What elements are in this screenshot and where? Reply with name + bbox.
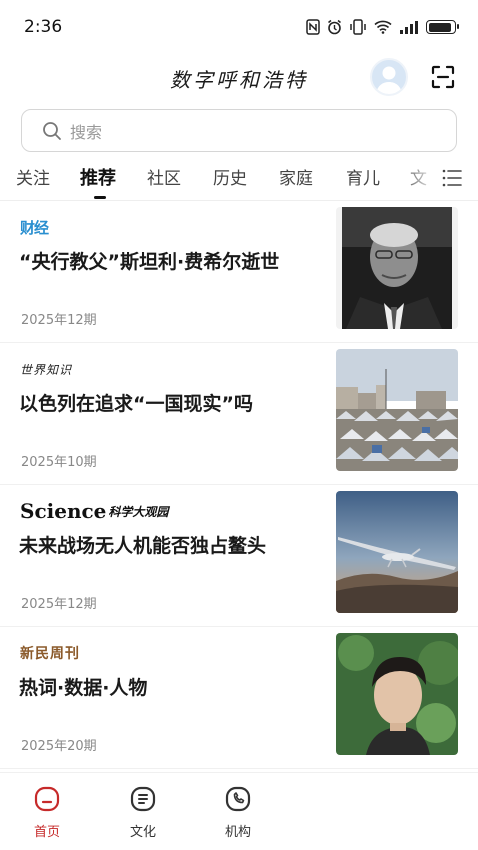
tab-lishi[interactable]: 历史 (213, 164, 247, 189)
battery-level (428, 22, 451, 32)
source-logo: 世界知识 (20, 359, 72, 379)
category-tabs: 关注 推荐 社区 历史 家庭 育儿 文 (0, 160, 478, 200)
tabs-fade (400, 160, 436, 200)
tent-camp-photo (336, 349, 458, 471)
article-card[interactable]: Science 科学大观园 未来战场无人机能否独占鳌头 2025年12期 (0, 485, 478, 627)
article-issue: 2025年12期 (21, 313, 97, 328)
status-icons (306, 19, 459, 35)
active-tab-indicator (94, 196, 106, 199)
home-icon (34, 786, 60, 812)
tab-guanzhu[interactable]: 关注 (16, 164, 50, 189)
status-bar: 2:36 (0, 0, 478, 54)
app-header: 数字呼和浩特 (0, 54, 478, 102)
avatar-icon (376, 66, 402, 94)
source-logo: Science 科学大观园 (20, 499, 169, 523)
vibrate-icon (350, 19, 366, 35)
nav-home[interactable]: 首页 (17, 785, 77, 840)
wifi-icon (374, 20, 392, 34)
tab-jiating[interactable]: 家庭 (279, 164, 313, 189)
portrait-photo (336, 207, 458, 329)
nav-institution-label: 机构 (224, 825, 251, 840)
scan-icon[interactable] (430, 64, 456, 90)
article-card[interactable]: 世界知识 以色列在追求“一国现实”吗 2025年10期 (0, 343, 478, 485)
search-placeholder: 搜索 (70, 122, 103, 142)
nav-culture[interactable]: 文化 (113, 785, 173, 840)
article-issue: 2025年12期 (21, 597, 97, 612)
alarm-icon (328, 19, 341, 35)
document-icon (130, 786, 156, 812)
article-title[interactable]: 以色列在追求“一国现实”吗 (19, 391, 324, 417)
source-logo: 财经 (20, 217, 49, 237)
status-time: 2:36 (24, 17, 63, 37)
drone-photo (336, 491, 458, 613)
article-thumbnail[interactable] (336, 349, 458, 471)
nfc-icon (306, 19, 320, 35)
article-thumbnail[interactable] (336, 491, 458, 613)
article-title[interactable]: “央行教父”斯坦利·费希尔逝世 (19, 249, 324, 275)
nav-institution[interactable]: 机构 (208, 785, 268, 840)
source-name: Science (20, 499, 107, 523)
article-title[interactable]: 未来战场无人机能否独占鳌头 (19, 533, 324, 559)
nav-home-label: 首页 (33, 825, 60, 840)
search-input[interactable]: 搜索 (21, 109, 457, 152)
nav-culture-label: 文化 (129, 825, 156, 840)
list-menu-icon[interactable] (440, 166, 464, 190)
man-portrait-photo (336, 633, 458, 755)
article-card[interactable]: 财经 “央行教父”斯坦利·费希尔逝世 2025年12期 (0, 201, 478, 343)
bottom-nav: 首页 文化 机构 (0, 772, 478, 850)
source-logo: 新民周刊 (20, 643, 80, 663)
search-icon (43, 121, 61, 140)
tab-yuer[interactable]: 育儿 (346, 164, 380, 189)
source-subname: 科学大观园 (108, 504, 169, 519)
article-title[interactable]: 热词·数据·人物 (19, 675, 324, 701)
avatar[interactable] (370, 58, 408, 96)
battery-icon (426, 20, 459, 34)
article-issue: 2025年20期 (21, 739, 97, 754)
article-issue: 2025年10期 (21, 455, 97, 470)
source-name: 世界知识 (20, 362, 73, 377)
article-thumbnail[interactable] (336, 633, 458, 755)
article-thumbnail[interactable] (336, 207, 458, 329)
tab-shequ[interactable]: 社区 (147, 164, 181, 189)
source-name: 财经 (20, 218, 49, 237)
signal-icon (400, 21, 418, 34)
tab-tuijian[interactable]: 推荐 (80, 164, 116, 190)
article-card[interactable]: 新民周刊 热词·数据·人物 2025年20期 (0, 627, 478, 769)
phone-icon (225, 786, 251, 812)
source-name: 新民周刊 (20, 646, 80, 662)
